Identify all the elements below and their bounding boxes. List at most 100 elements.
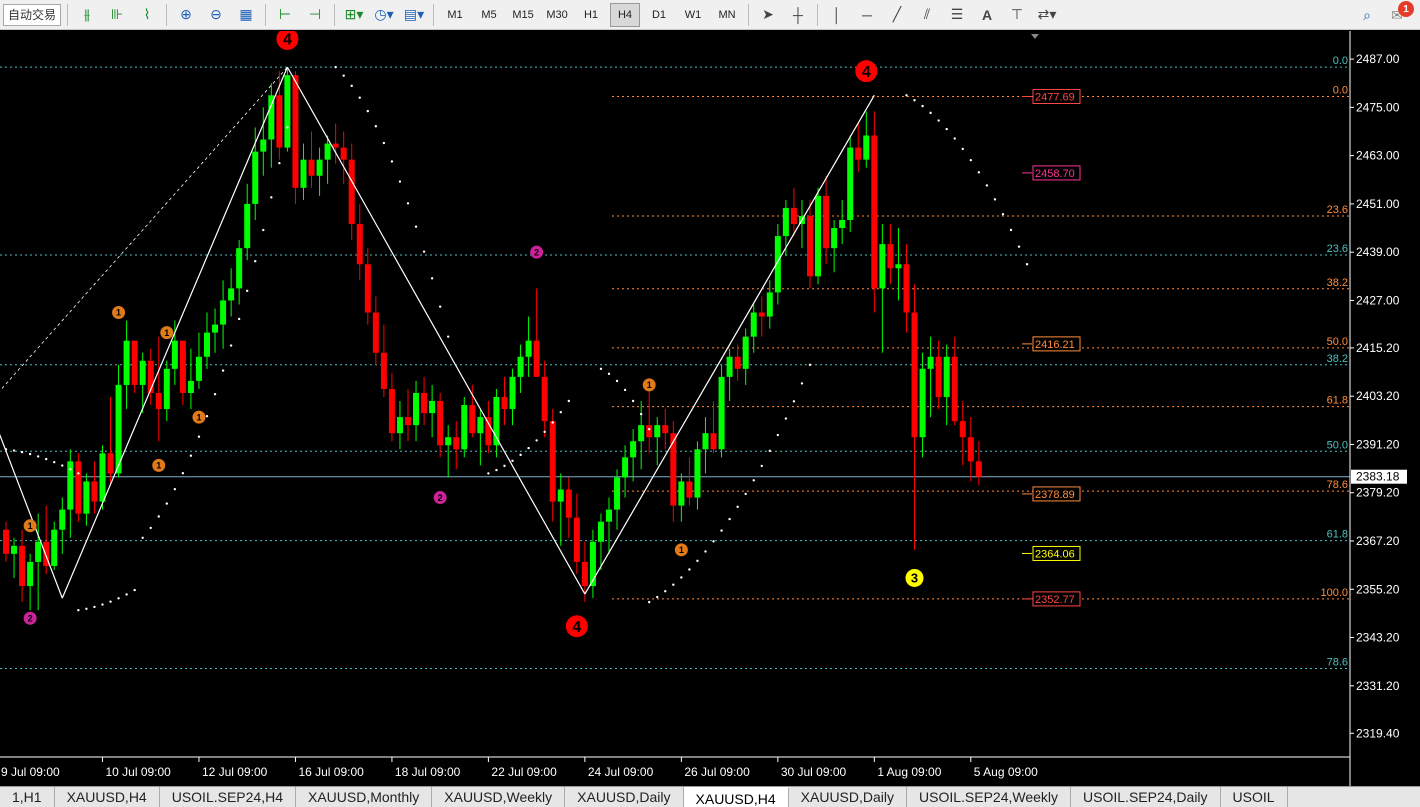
candle-body (396, 417, 403, 434)
sar-dot (382, 141, 386, 145)
candle-body (807, 215, 813, 277)
candle-chart-icon[interactable]: ⊪ (104, 3, 130, 27)
chart-tab[interactable]: USOIL.SEP24,H4 (160, 787, 296, 807)
toolbar-separator (748, 3, 750, 26)
sar-dot (1017, 245, 1021, 248)
chart-tab[interactable]: XAUUSD,Daily (789, 787, 908, 807)
timeframe-m5[interactable]: M5 (474, 3, 504, 27)
sar-dot (551, 421, 554, 424)
main-toolbar: 自动交易 ⫵ ⊪ ⌇ ⊕ ⊖ ▦ ⊢ ⊣ ⊞▾ ◷▾ ▤▾ M1 M5 M15 M30… (0, 0, 1420, 30)
text-icon[interactable]: A (974, 3, 1000, 27)
candle-body (501, 396, 508, 410)
sar-dot (438, 305, 442, 308)
timeframe-mn[interactable]: MN (712, 3, 742, 27)
notification-icon[interactable]: ✉ 1 (1384, 1, 1414, 27)
candle-body (758, 312, 765, 317)
wave-label-text: 4 (572, 619, 581, 636)
sar-dot (752, 479, 755, 482)
zoom-in-icon[interactable]: ⊕ (173, 3, 199, 27)
timeframe-m30[interactable]: M30 (542, 3, 572, 27)
chart-tab[interactable]: XAUUSD,H4 (55, 787, 160, 807)
candle-body (276, 95, 283, 148)
sar-dot (181, 471, 185, 475)
sar-dot (776, 433, 780, 437)
equidistant-channel-icon[interactable]: ⫽ (914, 3, 940, 27)
candle-body (437, 401, 444, 446)
chart-tab[interactable]: USOIL.SEP24,Daily (1071, 787, 1221, 807)
timeframe-h4[interactable]: H4 (610, 2, 641, 27)
chart-tab[interactable]: 1,H1 (0, 787, 55, 807)
sar-dot (487, 472, 490, 475)
chart-tab[interactable]: USOIL (1221, 787, 1288, 807)
chart-tab[interactable]: USOIL.SEP24,Weekly (907, 787, 1072, 807)
x-tick-label: 12 Jul 09:00 (202, 765, 268, 779)
bar-chart-icon[interactable]: ⫵ (74, 3, 100, 27)
sar-dot (728, 517, 731, 521)
sar-dot (270, 196, 273, 199)
sar-dot (374, 125, 378, 128)
sar-dot (205, 415, 209, 418)
sar-dot (117, 597, 120, 600)
candle-body (340, 147, 347, 160)
sar-dot (631, 399, 635, 403)
timeframe-d1[interactable]: D1 (644, 3, 674, 27)
tile-windows-icon[interactable]: ▦ (233, 3, 259, 27)
sar-dot (1025, 263, 1029, 266)
sar-dot (430, 277, 434, 280)
trendline-icon[interactable]: ╱ (884, 3, 910, 27)
candle-body (782, 207, 789, 237)
candle-body (405, 417, 411, 426)
y-tick-label: 2391.20 (1356, 437, 1400, 451)
zoom-out-icon[interactable]: ⊖ (203, 3, 229, 27)
candle-body (790, 207, 797, 225)
candle-body (662, 425, 669, 434)
fib-left-level-label: 23.6 (1327, 243, 1348, 255)
line-chart-icon[interactable]: ⌇ (134, 3, 160, 27)
chart-tab[interactable]: XAUUSD,Daily (565, 787, 684, 807)
chart-shift-icon[interactable]: ⊣ (302, 3, 328, 27)
chart-tab[interactable]: XAUUSD,Monthly (296, 787, 433, 807)
chart-tab[interactable]: XAUUSD,Weekly (432, 787, 566, 807)
chart-area[interactable]: 0.0 23.6 38.2 50.0 61.8 78.6 0.0 23.6 38.2 50.0 61… (0, 31, 1420, 786)
sar-dot (985, 184, 989, 187)
period-clock-icon[interactable]: ◷▾ (371, 3, 397, 27)
candle-body (911, 312, 918, 438)
candle-body (702, 433, 709, 450)
sar-dot (760, 464, 763, 468)
timeframe-m15[interactable]: M15 (508, 3, 538, 27)
auto-trading-button[interactable]: 自动交易 (3, 3, 62, 26)
mt4-window: 自动交易 ⫵ ⊪ ⌇ ⊕ ⊖ ▦ ⊢ ⊣ ⊞▾ ◷▾ ▤▾ M1 M5 M15 M30… (0, 0, 1420, 807)
price-label-text: 2364.06 (1035, 548, 1075, 560)
candle-body (750, 312, 757, 337)
timeframe-m1[interactable]: M1 (440, 3, 470, 27)
sar-dot (792, 400, 796, 403)
candle-body (75, 461, 82, 514)
timeframe-h1[interactable]: H1 (576, 3, 606, 27)
arrows-icon[interactable]: ⇄▾ (1034, 3, 1060, 27)
candle-body (445, 437, 452, 446)
sar-dot (20, 450, 24, 454)
candle-body (815, 195, 822, 277)
crosshair-icon[interactable]: ┼ (785, 3, 811, 27)
autoscroll-icon[interactable]: ⊢ (272, 3, 298, 27)
search-icon[interactable]: ⌕ (1354, 3, 1380, 27)
fib-left-level-label: 61.8 (1327, 529, 1348, 541)
sar-dot (45, 457, 48, 461)
sar-dot (221, 369, 225, 372)
price-chart[interactable]: 0.0 23.6 38.2 50.0 61.8 78.6 0.0 23.6 38.2 50.0 61… (0, 31, 1420, 786)
candle-body (879, 244, 886, 289)
text-label-icon[interactable]: ⊤ (1004, 3, 1030, 27)
horizontal-line-icon[interactable]: ─ (854, 3, 880, 27)
y-tick-label: 2451.00 (1356, 197, 1400, 211)
template-icon[interactable]: ▤▾ (401, 3, 427, 27)
sar-dot (736, 505, 739, 509)
candle-body (195, 356, 202, 381)
fibonacci-icon[interactable]: ☰ (944, 3, 970, 27)
new-indicator-icon[interactable]: ⊞▾ (341, 3, 367, 27)
chart-tab[interactable]: XAUUSD,H4 (683, 787, 789, 807)
sar-dot (599, 367, 603, 371)
cursor-icon[interactable]: ➤ (755, 3, 781, 27)
timeframe-w1[interactable]: W1 (678, 3, 708, 27)
candle-body (975, 461, 982, 477)
vertical-line-icon[interactable]: │ (824, 3, 850, 27)
